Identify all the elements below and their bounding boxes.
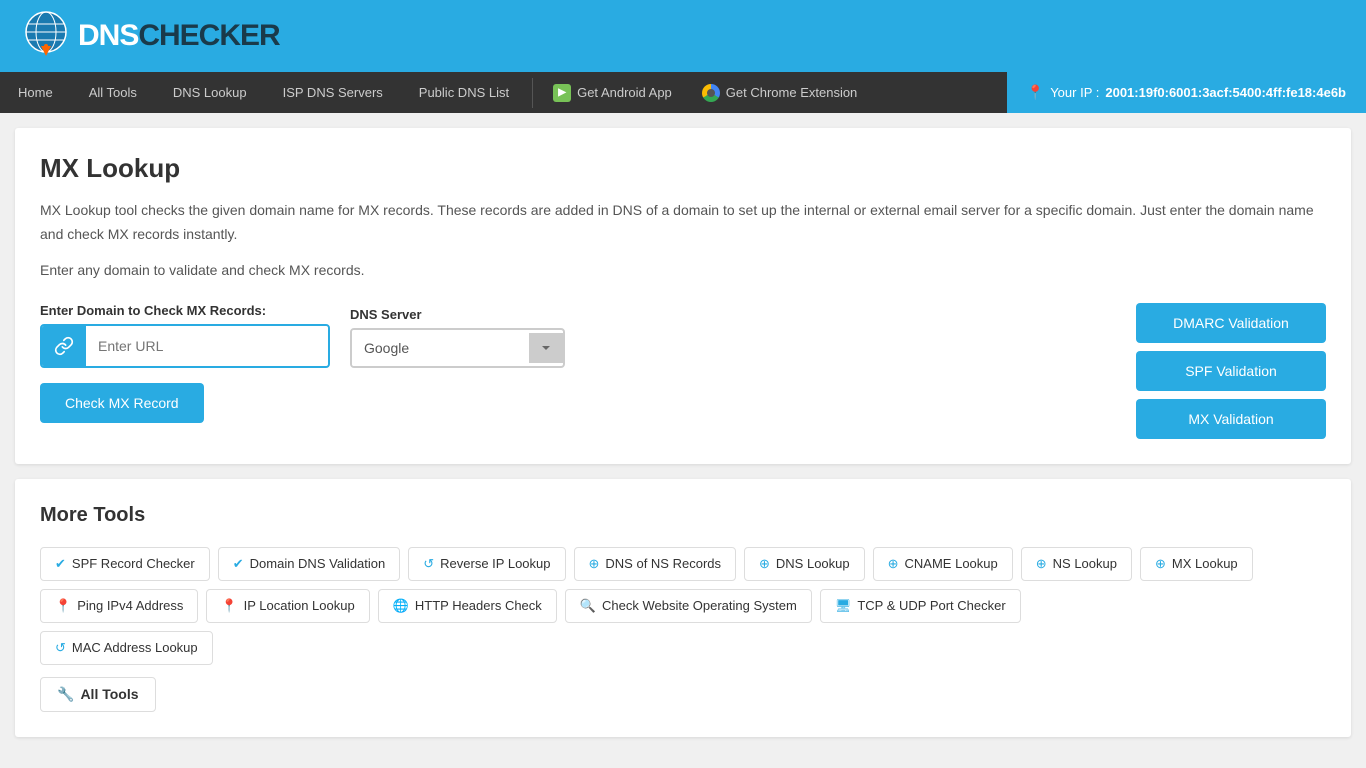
tool-label: Ping IPv4 Address	[77, 598, 183, 613]
mx-lookup-icon: ⊕	[1155, 556, 1166, 572]
nav-home[interactable]: Home	[0, 73, 71, 112]
header: DNSCHECKER	[0, 0, 1366, 72]
more-tools-title: More Tools	[40, 504, 1326, 527]
get-android-app-button[interactable]: ▶ Get Android App	[538, 74, 687, 112]
nav-isp-dns[interactable]: ISP DNS Servers	[265, 73, 401, 112]
android-app-label: Get Android App	[577, 85, 672, 100]
spf-validation-button[interactable]: SPF Validation	[1136, 351, 1326, 391]
tool-label: SPF Record Checker	[72, 556, 195, 571]
all-tools-button[interactable]: 🔧 All Tools	[40, 677, 156, 712]
domain-dns-icon: ✔	[233, 556, 244, 572]
page-title: MX Lookup	[40, 153, 1326, 184]
domain-label: Enter Domain to Check MX Records:	[40, 303, 330, 318]
ns-lookup-icon: ⊕	[1036, 556, 1047, 572]
page-sub-text: Enter any domain to validate and check M…	[40, 262, 1326, 278]
tool-spf-record-checker[interactable]: ✔ SPF Record Checker	[40, 547, 210, 581]
your-ip-display: 📍 Your IP : 2001:19f0:6001:3acf:5400:4ff…	[1007, 72, 1366, 113]
page-description: MX Lookup tool checks the given domain n…	[40, 199, 1326, 247]
cname-icon: ⊕	[888, 556, 899, 572]
website-os-icon: 🔍	[580, 598, 596, 614]
tool-tcp-udp-checker[interactable]: 🖥 TCP & UDP Port Checker	[820, 589, 1021, 623]
more-tools-section: More Tools ✔ SPF Record Checker ✔ Domain…	[15, 479, 1351, 737]
your-ip-value: 2001:19f0:6001:3acf:5400:4ff:fe18:4e6b	[1105, 85, 1346, 100]
domain-input-wrapper	[40, 324, 330, 368]
logo-globe-icon	[20, 10, 72, 62]
form-left: Enter Domain to Check MX Records: DNS Se…	[40, 303, 740, 423]
tool-check-website-os[interactable]: 🔍 Check Website Operating System	[565, 589, 812, 623]
dns-select-wrapper: Google Cloudflare OpenDNS Custom	[350, 328, 565, 368]
nav-public-dns[interactable]: Public DNS List	[401, 73, 527, 112]
dns-ns-icon: ⊕	[589, 556, 600, 572]
tool-label: DNS of NS Records	[605, 556, 721, 571]
logo-text: DNSCHECKER	[78, 19, 280, 53]
tool-label: Reverse IP Lookup	[440, 556, 550, 571]
main-content: MX Lookup MX Lookup tool checks the give…	[15, 128, 1351, 464]
dmarc-validation-button[interactable]: DMARC Validation	[1136, 303, 1326, 343]
get-chrome-extension-button[interactable]: Get Chrome Extension	[687, 74, 873, 112]
tool-mx-lookup[interactable]: ⊕ MX Lookup	[1140, 547, 1253, 581]
tool-ip-location-lookup[interactable]: 📍 IP Location Lookup	[206, 589, 369, 623]
tool-http-headers[interactable]: 🌐 HTTP Headers Check	[378, 589, 557, 623]
tool-dns-ns-records[interactable]: ⊕ DNS of NS Records	[574, 547, 737, 581]
all-tools-label: All Tools	[80, 686, 138, 702]
form-inputs-row: Enter Domain to Check MX Records: DNS Se…	[40, 303, 740, 368]
tool-dns-lookup[interactable]: ⊕ DNS Lookup	[744, 547, 865, 581]
tool-label: CNAME Lookup	[905, 556, 998, 571]
tool-label: HTTP Headers Check	[415, 598, 542, 613]
tool-ping-ipv4[interactable]: 📍 Ping IPv4 Address	[40, 589, 198, 623]
tool-mac-address-lookup[interactable]: ↺ MAC Address Lookup	[40, 631, 213, 665]
spf-checker-icon: ✔	[55, 556, 66, 572]
logo-container[interactable]: DNSCHECKER	[20, 10, 280, 62]
check-button-row: Check MX Record	[40, 383, 740, 423]
dns-lookup-icon: ⊕	[759, 556, 770, 572]
chrome-extension-label: Get Chrome Extension	[726, 85, 858, 100]
ping-icon: 📍	[55, 598, 71, 614]
dns-server-select[interactable]: Google Cloudflare OpenDNS Custom	[352, 330, 529, 366]
tool-label: IP Location Lookup	[244, 598, 355, 613]
chrome-icon	[702, 84, 720, 102]
navigation: Home All Tools DNS Lookup ISP DNS Server…	[0, 72, 1366, 113]
nav-dns-lookup[interactable]: DNS Lookup	[155, 73, 265, 112]
mx-validation-button[interactable]: MX Validation	[1136, 399, 1326, 439]
tool-label: Domain DNS Validation	[250, 556, 386, 571]
nav-all-tools[interactable]: All Tools	[71, 73, 155, 112]
android-icon: ▶	[553, 84, 571, 102]
tool-label: Check Website Operating System	[602, 598, 797, 613]
dns-server-label: DNS Server	[350, 307, 565, 322]
side-buttons-group: DMARC Validation SPF Validation MX Valid…	[1136, 303, 1326, 439]
form-area: Enter Domain to Check MX Records: DNS Se…	[40, 303, 1326, 439]
tool-label: MX Lookup	[1172, 556, 1238, 571]
location-pin-icon: 📍	[1027, 84, 1044, 101]
http-headers-icon: 🌐	[393, 598, 409, 614]
reverse-ip-icon: ↺	[423, 556, 434, 572]
check-mx-record-button[interactable]: Check MX Record	[40, 383, 204, 423]
tool-label: MAC Address Lookup	[72, 640, 198, 655]
ip-location-icon: 📍	[221, 598, 237, 614]
domain-input[interactable]	[86, 328, 328, 364]
tools-grid: ✔ SPF Record Checker ✔ Domain DNS Valida…	[40, 547, 1326, 623]
tool-label: NS Lookup	[1053, 556, 1117, 571]
mac-address-icon: ↺	[55, 640, 66, 656]
your-ip-label: Your IP :	[1050, 85, 1099, 100]
tcp-udp-icon: 🖥	[835, 598, 852, 614]
tool-reverse-ip-lookup[interactable]: ↺ Reverse IP Lookup	[408, 547, 565, 581]
tool-domain-dns-validation[interactable]: ✔ Domain DNS Validation	[218, 547, 401, 581]
select-arrow-icon	[529, 333, 563, 363]
dns-server-field-group: DNS Server Google Cloudflare OpenDNS Cus…	[350, 307, 565, 368]
tool-ns-lookup[interactable]: ⊕ NS Lookup	[1021, 547, 1132, 581]
tool-label: TCP & UDP Port Checker	[857, 598, 1005, 613]
tool-cname-lookup[interactable]: ⊕ CNAME Lookup	[873, 547, 1013, 581]
tool-label: DNS Lookup	[776, 556, 850, 571]
wrench-icon: 🔧	[57, 686, 74, 703]
domain-field-group: Enter Domain to Check MX Records:	[40, 303, 330, 368]
link-icon	[42, 326, 86, 366]
